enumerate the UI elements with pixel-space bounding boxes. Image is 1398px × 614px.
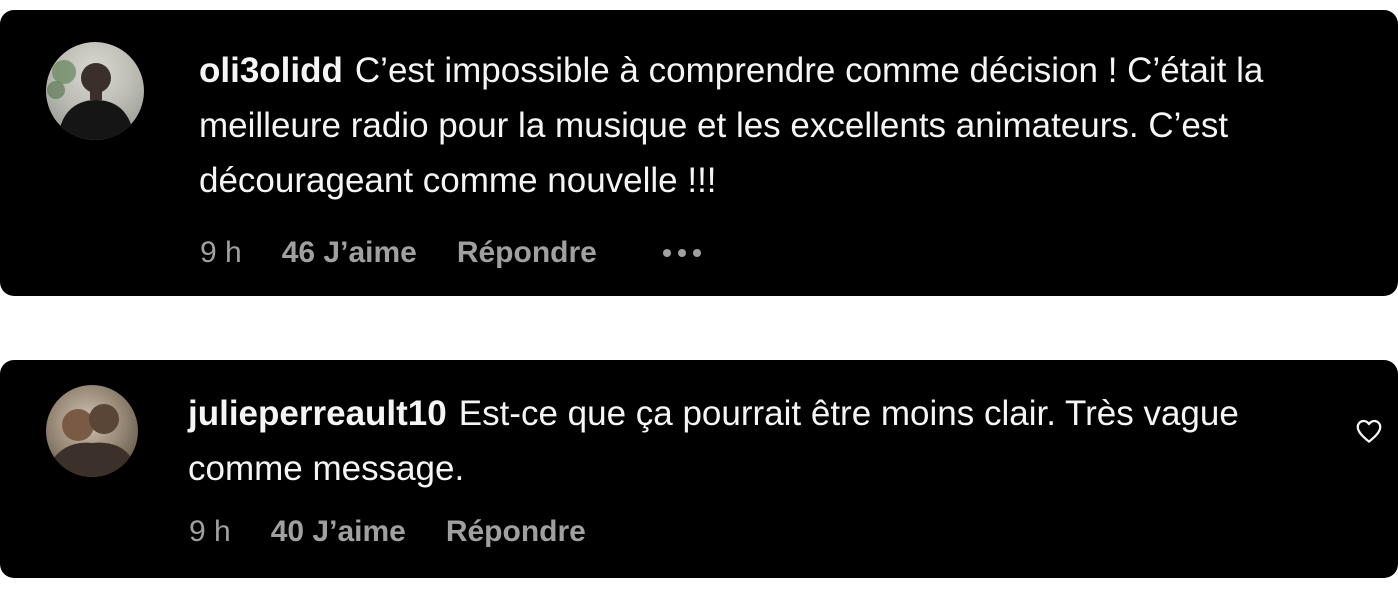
dot [677,249,686,257]
comment-card: oli3olidd C’est impossible à comprendre c… [0,10,1398,296]
comment-body: julieperreault10 Est-ce que ça pourrait ê… [188,386,1328,496]
avatar-photo [46,404,138,477]
comment-meta: 9 h 46 J’aime Répondre [200,236,701,270]
timestamp: 9 h [200,236,242,269]
avatar[interactable] [46,42,144,140]
comment-card: julieperreault10 Est-ce que ça pourrait ê… [0,360,1398,578]
heart-icon[interactable] [1354,416,1384,446]
avatar-photo [47,60,134,140]
avatar[interactable] [46,385,138,477]
username[interactable]: oli3olidd [199,51,343,90]
comment-text: C’est impossible à comprendre comme déci… [199,51,1264,200]
timestamp: 9 h [189,515,231,548]
username[interactable]: julieperreault10 [188,394,447,433]
likes-count[interactable]: 46 J’aime [282,236,417,270]
likes-count[interactable]: 40 J’aime [271,515,406,549]
dot [692,249,701,257]
reply-button[interactable]: Répondre [446,515,586,549]
more-options-icon[interactable] [662,249,701,257]
comment-meta: 9 h 40 J’aime Répondre [189,515,652,549]
comment-body: oli3olidd C’est impossible à comprendre c… [199,43,1369,208]
reply-button[interactable]: Répondre [457,236,597,270]
dot [662,249,671,257]
